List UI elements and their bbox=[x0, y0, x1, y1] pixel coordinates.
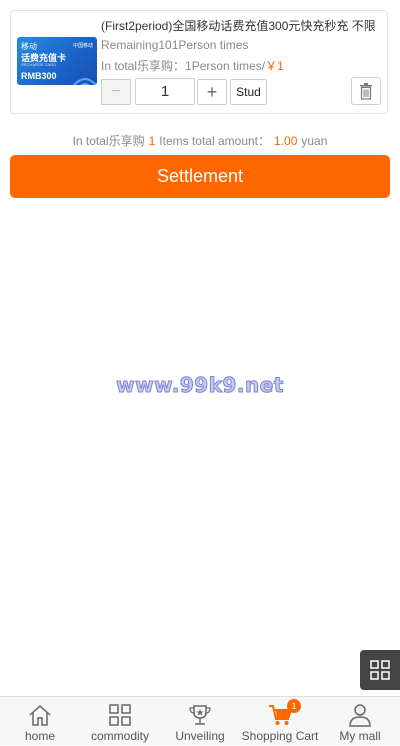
cart-badge: 1 bbox=[287, 699, 301, 713]
quantity-input[interactable]: 1 bbox=[135, 78, 195, 105]
tab-unveiling[interactable]: Unveiling bbox=[160, 697, 240, 746]
summary-amount: 1.00 bbox=[274, 134, 298, 148]
grid-icon bbox=[370, 660, 390, 680]
thumb-line3: RECHARGE CARD bbox=[21, 62, 57, 67]
bottom-tab-bar: home commodity Unveiling 1 Shopping Cart… bbox=[0, 696, 400, 745]
product-thumbnail[interactable]: 移动 中国移动 话费充值卡 RECHARGE CARD RMB300 bbox=[17, 37, 97, 85]
trophy-icon bbox=[189, 705, 211, 725]
quantity-increase-button[interactable]: + bbox=[197, 79, 227, 105]
product-title[interactable]: (First2period)全国移动话费充值300元快充秒充 不限 bbox=[101, 17, 383, 34]
item-total-prefix: In total乐享购：1Person times/ bbox=[101, 59, 266, 73]
tab-label-my-mall: My mall bbox=[339, 729, 381, 743]
user-icon bbox=[349, 704, 371, 727]
summary-suffix: yuan bbox=[301, 134, 328, 148]
cart-item: 移动 中国移动 话费充值卡 RECHARGE CARD RMB300 (Firs… bbox=[10, 10, 388, 114]
item-price: ￥1 bbox=[265, 59, 284, 73]
thumb-brand: 中国移动 bbox=[72, 43, 93, 49]
cart-summary: In total乐享购 1 Items total amount： 1.00 yuan bbox=[0, 132, 400, 149]
tab-label-unveiling: Unveiling bbox=[175, 729, 225, 743]
tab-label-shopping-cart: Shopping Cart bbox=[241, 729, 319, 743]
delete-button[interactable] bbox=[351, 77, 381, 105]
wave-decoration-icon bbox=[72, 78, 97, 85]
item-total-line: In total乐享购：1Person times/￥1 bbox=[101, 57, 284, 74]
summary-count: 1 bbox=[148, 134, 156, 148]
quantity-decrease-button[interactable]: − bbox=[101, 79, 131, 105]
floating-menu-button[interactable] bbox=[360, 650, 400, 690]
summary-mid: Items total amount： bbox=[159, 134, 271, 148]
stud-button[interactable]: Stud bbox=[230, 79, 267, 105]
settlement-button[interactable]: Settlement bbox=[10, 155, 390, 198]
watermark-text: www.99k9.net bbox=[116, 373, 284, 398]
trash-icon bbox=[360, 82, 372, 100]
tab-label-commodity: commodity bbox=[90, 729, 149, 743]
tab-home[interactable]: home bbox=[0, 697, 80, 746]
tab-label-home: home bbox=[24, 729, 56, 743]
tab-commodity[interactable]: commodity bbox=[80, 697, 160, 746]
tab-my-mall[interactable]: My mall bbox=[320, 697, 400, 746]
grid-icon bbox=[109, 704, 131, 726]
thumb-amount: RMB300 bbox=[21, 71, 57, 81]
tab-shopping-cart[interactable]: 1 Shopping Cart bbox=[240, 697, 320, 746]
summary-prefix: In total乐享购 bbox=[72, 134, 145, 148]
remaining-times: Remaining101Person times bbox=[101, 38, 249, 52]
home-icon bbox=[29, 704, 51, 726]
